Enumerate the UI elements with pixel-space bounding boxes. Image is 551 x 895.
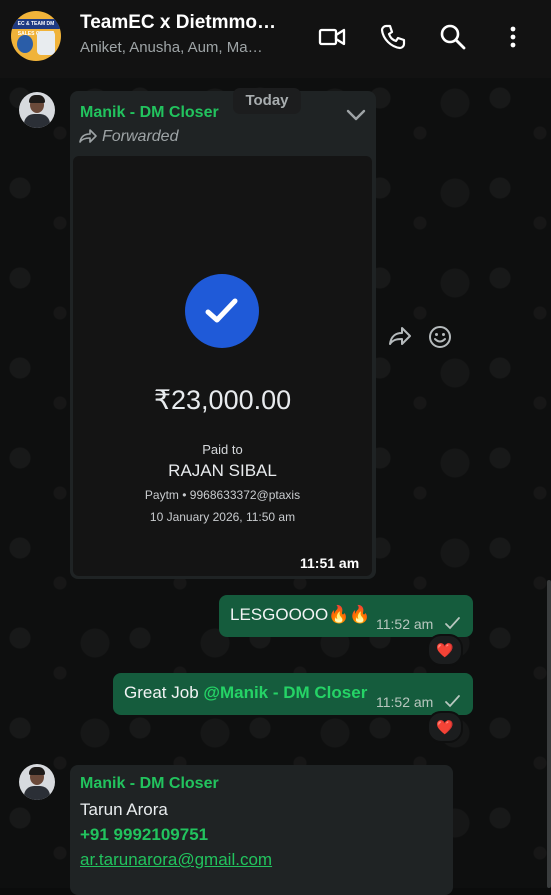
contact-name: Tarun Arora bbox=[80, 800, 168, 819]
forward-icon bbox=[79, 129, 97, 143]
message-text: Great Job @Manik - DM Closer bbox=[124, 683, 368, 702]
forwarded-label: Forwarded bbox=[78, 128, 178, 146]
group-avatar[interactable]: EC & TEAM DM SALES GROUP bbox=[11, 11, 61, 61]
emoji-reaction-icon[interactable] bbox=[427, 324, 453, 350]
message-time: 11:51 am bbox=[300, 555, 360, 571]
reaction-badge[interactable]: ❤️ bbox=[427, 634, 463, 666]
scrollbar[interactable] bbox=[547, 580, 551, 888]
upi-id: Paytm • 9968633372@ptaxis bbox=[144, 488, 301, 502]
payment-amount: ₹23,000.00 bbox=[153, 385, 292, 415]
date-divider: Today bbox=[233, 88, 301, 114]
group-avatar-text: EC & TEAM DM SALES GROUP bbox=[11, 19, 61, 37]
check-icon bbox=[185, 274, 259, 348]
message-time: 11:52 am bbox=[376, 616, 434, 632]
voice-call-icon[interactable] bbox=[378, 22, 408, 52]
sender-name[interactable]: Manik - DM Closer bbox=[80, 104, 219, 122]
payee-name: RAJAN SIBAL bbox=[168, 461, 277, 480]
group-title[interactable]: TeamEC x Dietmmo… bbox=[80, 12, 280, 34]
chat-header: EC & TEAM DM SALES GROUP TeamEC x Dietmm… bbox=[0, 0, 551, 78]
phone-link[interactable]: +91 9992109751 bbox=[80, 825, 208, 845]
message-text: LESGOOOO🔥🔥 bbox=[230, 605, 371, 624]
sender-avatar[interactable] bbox=[19, 92, 55, 128]
mention-link[interactable]: @Manik - DM Closer bbox=[203, 683, 367, 702]
sender-name[interactable]: Manik - DM Closer bbox=[80, 775, 219, 793]
video-call-icon[interactable] bbox=[317, 22, 347, 52]
payment-date: 10 January 2026, 11:50 am bbox=[149, 510, 296, 524]
chevron-down-icon[interactable] bbox=[344, 104, 368, 126]
sender-avatar[interactable] bbox=[19, 764, 55, 800]
email-link[interactable]: ar.tarunarora@gmail.com bbox=[80, 850, 272, 870]
search-icon[interactable] bbox=[438, 22, 468, 52]
message-time: 11:52 am bbox=[376, 694, 434, 710]
sent-check-icon bbox=[444, 694, 462, 708]
paid-to-label: Paid to bbox=[202, 442, 243, 457]
reaction-badge[interactable]: ❤️ bbox=[427, 711, 463, 743]
sent-check-icon bbox=[444, 616, 462, 630]
forward-icon[interactable] bbox=[387, 324, 413, 350]
more-vert-icon[interactable] bbox=[498, 22, 528, 52]
group-members[interactable]: Aniket, Anusha, Aum, Ma… bbox=[80, 39, 280, 56]
